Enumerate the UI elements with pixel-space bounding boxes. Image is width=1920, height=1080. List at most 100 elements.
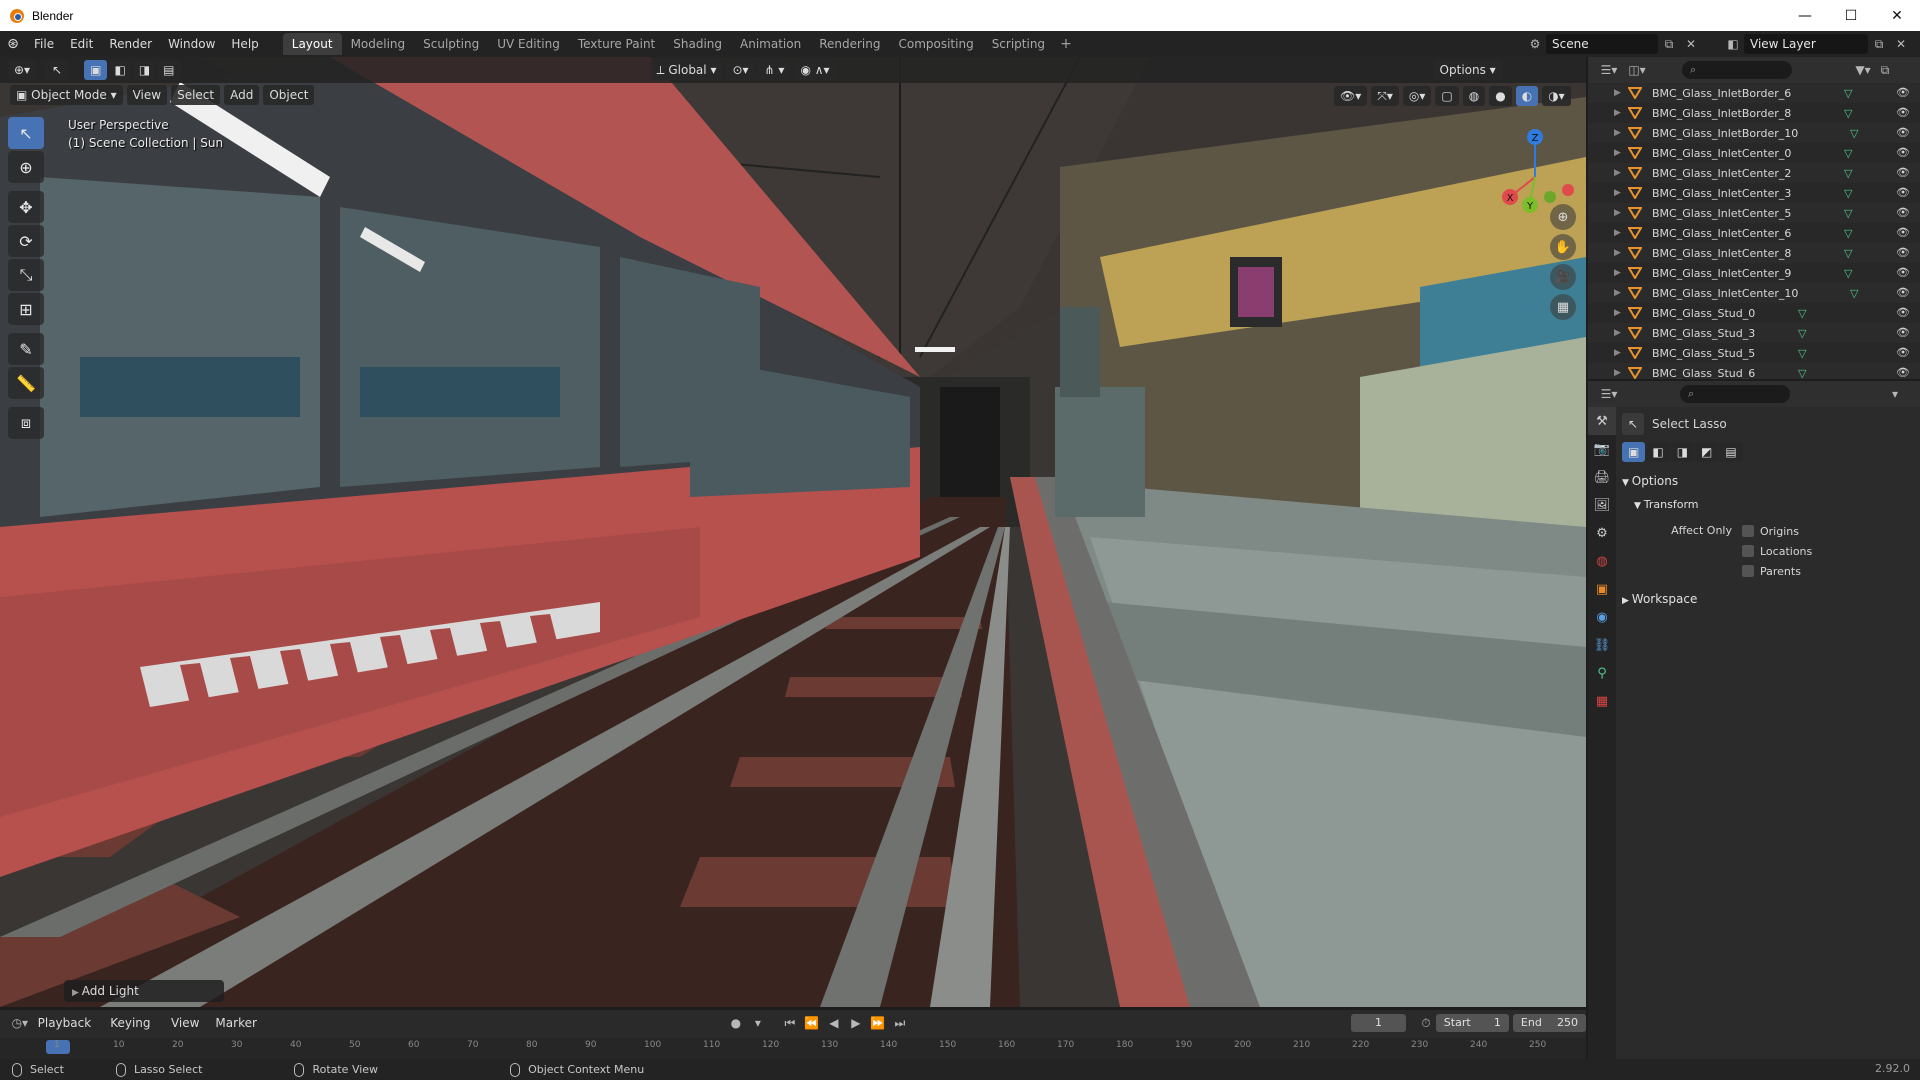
visibility-eye-icon[interactable]: 👁: [1896, 106, 1910, 119]
outliner-row[interactable]: ▶ BMC_Glass_InletBorder_8 ▽ 👁: [1588, 103, 1920, 123]
expand-arrow-icon[interactable]: ▶: [1614, 268, 1628, 278]
scale-tool-icon[interactable]: ⤡: [8, 259, 44, 291]
prop-select-subtract-icon[interactable]: ◨: [1670, 442, 1695, 462]
editor-type-icon[interactable]: ⊕▾: [8, 60, 37, 80]
select-tool-icon[interactable]: ↖: [8, 117, 44, 149]
visibility-eye-icon[interactable]: 👁: [1896, 206, 1910, 219]
mesh-data-icon[interactable]: ▽: [1844, 187, 1852, 200]
mesh-data-icon[interactable]: ▽: [1798, 347, 1806, 360]
tab-rendering[interactable]: Rendering: [810, 33, 889, 55]
texture-tab-icon[interactable]: ▦: [1588, 687, 1616, 715]
properties-editor-type-icon[interactable]: ☰▾: [1598, 384, 1620, 404]
visibility-eye-icon[interactable]: 👁: [1896, 146, 1910, 159]
outliner-item-name[interactable]: BMC_Glass_InletCenter_3: [1652, 187, 1791, 200]
minimize-button[interactable]: —: [1782, 0, 1828, 31]
new-scene-icon[interactable]: ⧉: [1658, 34, 1680, 54]
3d-viewport[interactable]: ⊕▾ ↖ ▣ ◧ ◨ ▤ ⟂ Global ▾ ⊙▾ ⋔ ▾ ◉ ∧▾ Opti…: [0, 57, 1586, 1007]
mesh-data-icon[interactable]: ▽: [1844, 147, 1852, 160]
mesh-data-icon[interactable]: ▽: [1850, 127, 1858, 140]
prev-keyframe-icon[interactable]: ⏪: [801, 1013, 823, 1033]
add-workspace-button[interactable]: +: [1054, 33, 1078, 55]
world-tab-icon[interactable]: ◍: [1588, 547, 1616, 575]
mesh-data-icon[interactable]: ▽: [1844, 87, 1852, 100]
select-mode-intersect-icon[interactable]: ▤: [157, 60, 181, 80]
display-mode-icon[interactable]: ◫▾: [1626, 60, 1648, 80]
start-frame-field[interactable]: Start 1: [1435, 1014, 1509, 1032]
origins-checkbox-box[interactable]: [1742, 525, 1754, 537]
play-icon[interactable]: ▶: [845, 1013, 867, 1033]
mesh-data-icon[interactable]: ▽: [1798, 367, 1806, 379]
outliner-item-name[interactable]: BMC_Glass_InletCenter_8: [1652, 247, 1791, 260]
outliner-item-name[interactable]: BMC_Glass_Stud_5: [1652, 347, 1755, 360]
select-mode-new-icon[interactable]: ▣: [84, 60, 108, 80]
timeline-menu-marker[interactable]: Marker: [207, 1010, 264, 1036]
outliner-row[interactable]: ▶ BMC_Glass_InletCenter_3 ▽ 👁: [1588, 183, 1920, 203]
jump-start-icon[interactable]: ⏮: [779, 1013, 801, 1033]
outliner-search-input[interactable]: ⌕: [1682, 61, 1792, 79]
rotate-tool-icon[interactable]: ⟳: [8, 225, 44, 257]
tab-animation[interactable]: Animation: [731, 33, 810, 55]
properties-options-icon[interactable]: ▾: [1884, 384, 1906, 404]
render-tab-icon[interactable]: 📷: [1588, 435, 1616, 463]
expand-arrow-icon[interactable]: ▶: [1614, 128, 1628, 138]
outliner-item-name[interactable]: BMC_Glass_InletCenter_9: [1652, 267, 1791, 280]
view-layer-tab-icon[interactable]: 🖼: [1588, 491, 1616, 519]
mesh-data-icon[interactable]: ▽: [1798, 327, 1806, 340]
new-collection-icon[interactable]: ⧉: [1874, 60, 1896, 80]
menu-edit[interactable]: Edit: [62, 31, 101, 57]
prop-select-extend-icon[interactable]: ◧: [1646, 442, 1670, 462]
outliner-item-name[interactable]: BMC_Glass_InletBorder_6: [1652, 87, 1791, 100]
shading-material-icon[interactable]: ◐: [1515, 86, 1539, 106]
visibility-eye-icon[interactable]: 👁: [1896, 126, 1910, 139]
expand-arrow-icon[interactable]: ▶: [1614, 88, 1628, 98]
outliner-row[interactable]: ▶ BMC_Glass_Stud_6 ▽ 👁: [1588, 363, 1920, 379]
tab-modeling[interactable]: Modeling: [342, 33, 415, 55]
pan-hand-icon[interactable]: ✋: [1550, 234, 1576, 260]
visibility-eye-icon[interactable]: 👁: [1896, 326, 1910, 339]
outliner-item-name[interactable]: BMC_Glass_Stud_0: [1652, 307, 1755, 320]
mesh-data-icon[interactable]: ▽: [1798, 307, 1806, 320]
outliner-item-name[interactable]: BMC_Glass_Stud_6: [1652, 367, 1755, 380]
visibility-eye-icon[interactable]: 👁: [1896, 346, 1910, 359]
locations-checkbox-box[interactable]: [1742, 545, 1754, 557]
properties-search-input[interactable]: ⌕: [1680, 385, 1790, 403]
filter-icon[interactable]: ▼▾: [1852, 60, 1874, 80]
outliner-item-name[interactable]: BMC_Glass_InletCenter_0: [1652, 147, 1791, 160]
record-keyframe-icon[interactable]: ●: [725, 1013, 747, 1033]
mesh-data-icon[interactable]: ▽: [1844, 167, 1852, 180]
end-frame-field[interactable]: End 250: [1512, 1014, 1587, 1032]
visibility-eye-icon[interactable]: 👁: [1896, 286, 1910, 299]
outliner-item-name[interactable]: BMC_Glass_InletCenter_6: [1652, 227, 1791, 240]
expand-arrow-icon[interactable]: ▶: [1614, 148, 1628, 158]
timeline-menu-view[interactable]: View: [163, 1010, 207, 1036]
visibility-eye-icon[interactable]: 👁: [1896, 366, 1910, 379]
outliner-row[interactable]: ▶ BMC_Glass_Stud_5 ▽ 👁: [1588, 343, 1920, 363]
view-layer-name-field[interactable]: View Layer: [1744, 34, 1868, 54]
expand-arrow-icon[interactable]: ▶: [1614, 248, 1628, 258]
mesh-data-icon[interactable]: ▽: [1844, 207, 1852, 220]
outliner-row[interactable]: ▶ BMC_Glass_InletBorder_6 ▽ 👁: [1588, 83, 1920, 103]
outliner-row[interactable]: ▶ BMC_Glass_InletCenter_5 ▽ 👁: [1588, 203, 1920, 223]
outliner-item-name[interactable]: BMC_Glass_InletCenter_2: [1652, 167, 1791, 180]
tab-uv-editing[interactable]: UV Editing: [488, 33, 569, 55]
prop-select-intersect-icon[interactable]: ▤: [1719, 442, 1743, 462]
visibility-eye-icon[interactable]: 👁: [1896, 166, 1910, 179]
expand-arrow-icon[interactable]: ▶: [1614, 348, 1628, 358]
outliner-row[interactable]: ▶ BMC_Glass_InletCenter_6 ▽ 👁: [1588, 223, 1920, 243]
expand-arrow-icon[interactable]: ▶: [1614, 328, 1628, 338]
options-dropdown[interactable]: Options ▾: [1433, 60, 1502, 80]
prop-select-invert-icon[interactable]: ◩: [1695, 442, 1719, 462]
gizmo-neg-y[interactable]: [1544, 191, 1556, 203]
outliner-item-name[interactable]: BMC_Glass_InletCenter_10: [1652, 287, 1798, 300]
mesh-data-icon[interactable]: ▽: [1844, 267, 1852, 280]
view-layer-icon[interactable]: ◧: [1722, 34, 1744, 54]
expand-arrow-icon[interactable]: ▶: [1614, 188, 1628, 198]
outliner-row[interactable]: ▶ BMC_Glass_InletCenter_8 ▽ 👁: [1588, 243, 1920, 263]
shading-solid-icon[interactable]: ●: [1489, 86, 1512, 106]
cursor-tool-icon[interactable]: ⊕: [8, 151, 44, 183]
scene-name-field[interactable]: Scene: [1546, 34, 1658, 54]
transform-subsection-header[interactable]: ▼ Transform: [1622, 493, 1912, 517]
outliner-item-name[interactable]: BMC_Glass_InletBorder_10: [1652, 127, 1798, 140]
expand-arrow-icon[interactable]: ▶: [1614, 288, 1628, 298]
viewport-menu-select[interactable]: Select: [171, 85, 221, 105]
